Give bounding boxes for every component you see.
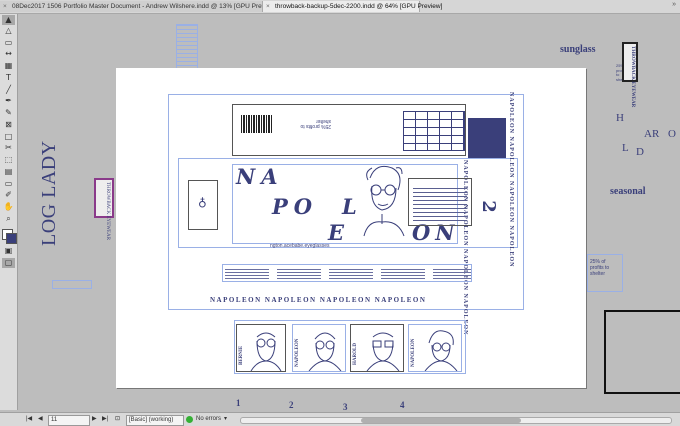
- direct-selection-tool-icon[interactable]: △: [2, 26, 15, 36]
- napoleon-vertical-text: NAPOLEON NAPOLEON NAPOLEON NAPOLEON: [508, 92, 514, 268]
- napoleon-portrait-sketch: [363, 165, 405, 237]
- top-info-frame[interactable]: 25% profits to shelter: [232, 104, 466, 156]
- page-label-1[interactable]: 1: [236, 398, 241, 408]
- navy-block: [468, 118, 506, 158]
- zoom-tool-icon[interactable]: ⌕: [2, 214, 15, 224]
- tools-panel: ▲ △ ▭ ↔ ▦ T ╱ ✒ ✎ ⊠ □ ✂ ⬚ ▤ ▭ ✐ ✋ ⌕ ▣ ▢: [0, 14, 18, 410]
- gap-tool-icon[interactable]: ↔: [2, 49, 15, 59]
- throwback-eyewear-text: THROWBACK EYEWEAR: [105, 182, 110, 240]
- scrollbar-thumb[interactable]: [361, 418, 521, 423]
- thumbnail-label: NAPOLEON: [295, 338, 300, 367]
- view-mode-icon[interactable]: ▢: [2, 258, 15, 268]
- columns-text-frame[interactable]: [222, 264, 472, 282]
- log-lady-text[interactable]: LOG LADY: [38, 140, 61, 246]
- napoleon-letters-3: L: [342, 194, 357, 219]
- throwback-eyewear-label-right[interactable]: THROWBACK EYEWEAR: [622, 42, 638, 107]
- selection-tool-icon[interactable]: ▲: [2, 15, 15, 25]
- black-outline-frame[interactable]: [604, 310, 680, 394]
- thumbnail-label: HAROLD: [353, 343, 358, 365]
- pen-tool-icon[interactable]: ✒: [2, 96, 15, 106]
- napoleon-band-text: NAPOLEON NAPOLEON NAPOLEON NAPOLEON: [210, 296, 427, 304]
- content-collector-icon[interactable]: ▦: [2, 61, 15, 71]
- style-dropdown[interactable]: [Basic] (working): [126, 415, 184, 426]
- preflight-status-icon: [186, 416, 193, 423]
- seasonal-text[interactable]: seasonal: [610, 186, 646, 197]
- throwback-eyewear-label-left[interactable]: THROWBACK EYEWEAR: [94, 178, 114, 240]
- thumbnail-napoleon-2[interactable]: NAPOLEON: [408, 324, 462, 372]
- gradient-tool-icon[interactable]: ▤: [2, 167, 15, 177]
- harold-letter-h[interactable]: H: [616, 112, 624, 124]
- rectangle-tool-icon[interactable]: □: [2, 132, 15, 142]
- napoleon-letters-2: PO: [272, 194, 319, 219]
- napoleon-letters-1: NA: [236, 164, 284, 189]
- profit-note-frame[interactable]: 25% of profits to shelter: [587, 254, 623, 292]
- page-options-icon[interactable]: ⊡: [115, 415, 120, 424]
- icon-card-frame[interactable]: ♁: [188, 180, 218, 230]
- harold-letter-o[interactable]: O: [668, 128, 676, 140]
- next-page-icon[interactable]: ▶: [92, 415, 97, 424]
- tab-label: throwback-backup-5dec-2200.indd @ 64% [G…: [275, 3, 443, 10]
- note-tool-icon[interactable]: ▭: [2, 179, 15, 189]
- document-page[interactable]: 25% profits to shelter NAPOLEON NAPOLEON…: [116, 68, 586, 388]
- thumbnail-label: NAPOLEON: [411, 338, 416, 367]
- type-tool-icon[interactable]: T: [2, 73, 15, 83]
- percent-note: 25% of profits to shelter: [590, 259, 610, 277]
- page-label-4[interactable]: 4: [400, 400, 405, 410]
- napoleon-thumbnail-sketch: [308, 332, 342, 371]
- scissors-tool-icon[interactable]: ✂: [2, 143, 15, 153]
- previous-page-icon[interactable]: ◀: [38, 415, 43, 424]
- rectangle-frame-tool-icon[interactable]: ⊠: [2, 120, 15, 130]
- hand-tool-icon[interactable]: ✋: [2, 202, 15, 212]
- thumbnail-napoleon[interactable]: NAPOLEON: [292, 324, 346, 372]
- horizontal-scrollbar[interactable]: [240, 417, 672, 424]
- harold-sketch: [366, 332, 400, 371]
- preflight-status-text[interactable]: No errors: [196, 415, 221, 424]
- harold-letter-d[interactable]: D: [636, 146, 644, 158]
- page-number-two: 2: [477, 200, 499, 213]
- body-text-lines: [413, 185, 467, 221]
- last-page-icon[interactable]: ▶|: [102, 415, 108, 424]
- throwback-eyewear-text: THROWBACK EYEWEAR: [630, 46, 635, 108]
- page-label-2[interactable]: 2: [289, 400, 294, 410]
- close-tab-icon[interactable]: ×: [266, 1, 270, 12]
- thumbnail-bernie[interactable]: BERNIE: [236, 324, 286, 372]
- tab-label: 08Dec2017 1506 Portfolio Master Document…: [12, 3, 277, 10]
- profits-text: 25% profits to shelter: [300, 118, 331, 130]
- napoleon-2-sketch: [424, 330, 458, 371]
- harold-letter-l[interactable]: L: [622, 142, 629, 154]
- grid-graphic: [403, 111, 465, 151]
- eyedropper-tool-icon[interactable]: ✐: [2, 190, 15, 200]
- preflight-menu-icon[interactable]: ▾: [224, 415, 227, 424]
- pasteboard[interactable]: LOG LADY THROWBACK EYEWEAR 25% profits t…: [18, 14, 680, 412]
- page-label-3[interactable]: 3: [343, 402, 348, 412]
- bernie-sketch: [250, 332, 282, 371]
- napoleon-letters-4: E: [328, 220, 345, 245]
- tab-throwback-backup[interactable]: × throwback-backup-5dec-2200.indd @ 64% …: [262, 1, 442, 12]
- harold-letters-ar[interactable]: AR: [644, 128, 659, 140]
- style-value: [Basic] (working): [129, 417, 174, 423]
- body-text-frame[interactable]: [408, 178, 472, 226]
- line-tool-icon[interactable]: ╱: [2, 85, 15, 95]
- url-text: ngton.acebabe.eyeglasses: [270, 243, 330, 249]
- free-transform-tool-icon[interactable]: ⬚: [2, 155, 15, 165]
- page-number-field[interactable]: 11: [48, 415, 90, 426]
- formatting-affects-icon[interactable]: ▣: [2, 246, 15, 256]
- sunglass-text[interactable]: sunglass: [560, 44, 596, 55]
- first-page-icon[interactable]: |◀: [26, 415, 32, 424]
- thumbnail-harold[interactable]: HAROLD: [350, 324, 404, 372]
- page-number-value: 11: [51, 417, 58, 423]
- column-text-lines: [225, 267, 471, 281]
- status-bar: |◀ ◀ 11 ▶ ▶| ⊡ [Basic] (working) No erro…: [0, 412, 680, 426]
- page-tool-icon[interactable]: ▭: [2, 38, 15, 48]
- document-tab-bar: × 08Dec2017 1506 Portfolio Master Docume…: [0, 0, 680, 14]
- empty-frame[interactable]: [52, 280, 92, 289]
- stroke-swatch[interactable]: [6, 233, 17, 244]
- eyeglasses-icon: ♁: [198, 195, 207, 209]
- close-tab-icon[interactable]: ×: [3, 1, 7, 12]
- pencil-tool-icon[interactable]: ✎: [2, 108, 15, 118]
- thumbnail-label: BERNIE: [239, 345, 244, 365]
- barcode: [241, 115, 273, 133]
- tab-portfolio-master[interactable]: × 08Dec2017 1506 Portfolio Master Docume…: [0, 1, 277, 12]
- tab-overflow-icon[interactable]: »: [672, 1, 676, 8]
